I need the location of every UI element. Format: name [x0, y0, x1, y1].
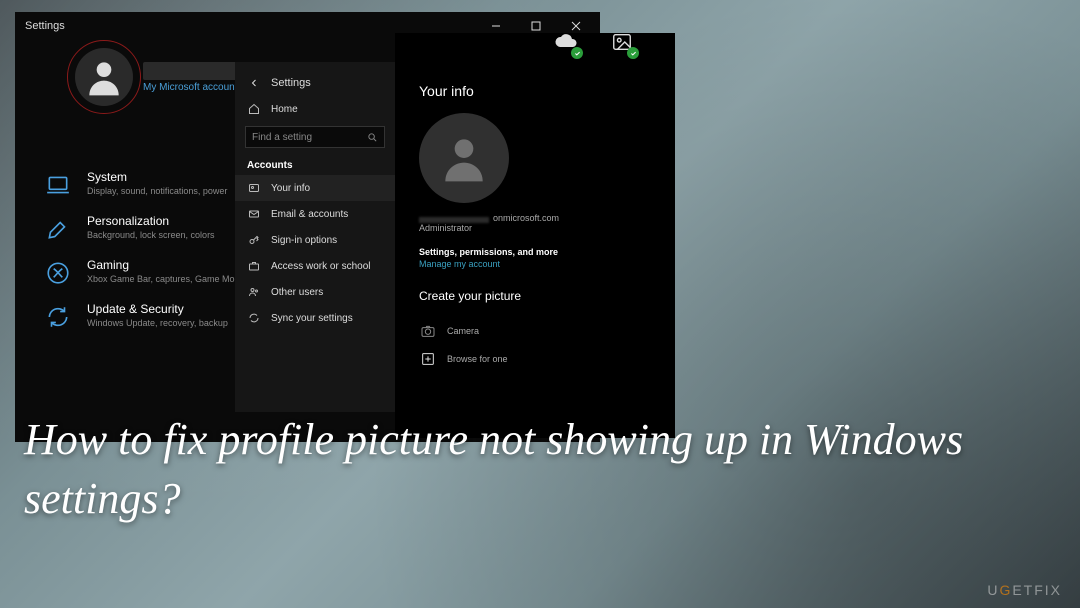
sidebar-item-sync-settings[interactable]: Sync your settings [235, 305, 395, 331]
check-badge-icon [571, 47, 583, 59]
user-email-redacted: onmicrosoft.com [419, 213, 651, 223]
sidebar-home[interactable]: Home [235, 96, 395, 122]
sidebar-item-other-users[interactable]: Other users [235, 279, 395, 305]
update-icon [43, 302, 73, 332]
people-icon [247, 285, 261, 299]
browse-option[interactable]: Browse for one [419, 345, 651, 373]
user-role: Administrator [419, 223, 651, 233]
back-arrow-icon [247, 76, 261, 90]
sidebar-item-work-school[interactable]: Access work or school [235, 253, 395, 279]
onedrive-status-icon[interactable] [553, 29, 579, 55]
laptop-icon [43, 170, 73, 200]
xbox-icon [43, 258, 73, 288]
sidebar-item-your-info[interactable]: Your info [235, 175, 395, 201]
brush-icon [43, 214, 73, 244]
user-avatar[interactable] [75, 48, 133, 106]
check-badge-icon [627, 47, 639, 59]
sidebar-item-signin-options[interactable]: Sign-in options [235, 227, 395, 253]
search-icon [367, 132, 378, 143]
briefcase-icon [247, 259, 261, 273]
your-info-heading: Your info [419, 83, 651, 99]
camera-option[interactable]: Camera [419, 317, 651, 345]
mail-icon [247, 207, 261, 221]
header-sync-icons [553, 29, 635, 55]
profile-avatar-placeholder[interactable] [419, 113, 509, 203]
sidebar-search-input[interactable]: Find a setting [245, 126, 385, 148]
watermark: UGETFIX [987, 582, 1062, 598]
sync-icon [247, 311, 261, 325]
sidebar-item-email-accounts[interactable]: Email & accounts [235, 201, 395, 227]
person-icon [82, 55, 126, 99]
home-icon [247, 102, 261, 116]
window-title: Settings [25, 20, 65, 32]
sidebar-home-label: Home [271, 104, 298, 115]
sync-status-icon[interactable] [609, 29, 635, 55]
person-icon [436, 130, 492, 186]
browse-icon [419, 350, 437, 368]
manage-account-link[interactable]: Manage my account [419, 259, 651, 269]
create-picture-heading: Create your picture [419, 289, 651, 303]
article-headline: How to fix profile picture not showing u… [24, 410, 1056, 529]
person-card-icon [247, 181, 261, 195]
camera-icon [419, 322, 437, 340]
your-info-panel: Your info onmicrosoft.com Administrator … [395, 33, 675, 438]
settings-sidebar-window: Settings Home Find a setting Accounts Yo… [235, 62, 395, 412]
settings-permissions-label: Settings, permissions, and more [419, 247, 651, 257]
sidebar-section-accounts: Accounts [235, 156, 395, 175]
sidebar-back-row[interactable]: Settings [235, 70, 395, 96]
key-icon [247, 233, 261, 247]
sidebar-settings-label: Settings [271, 77, 311, 89]
